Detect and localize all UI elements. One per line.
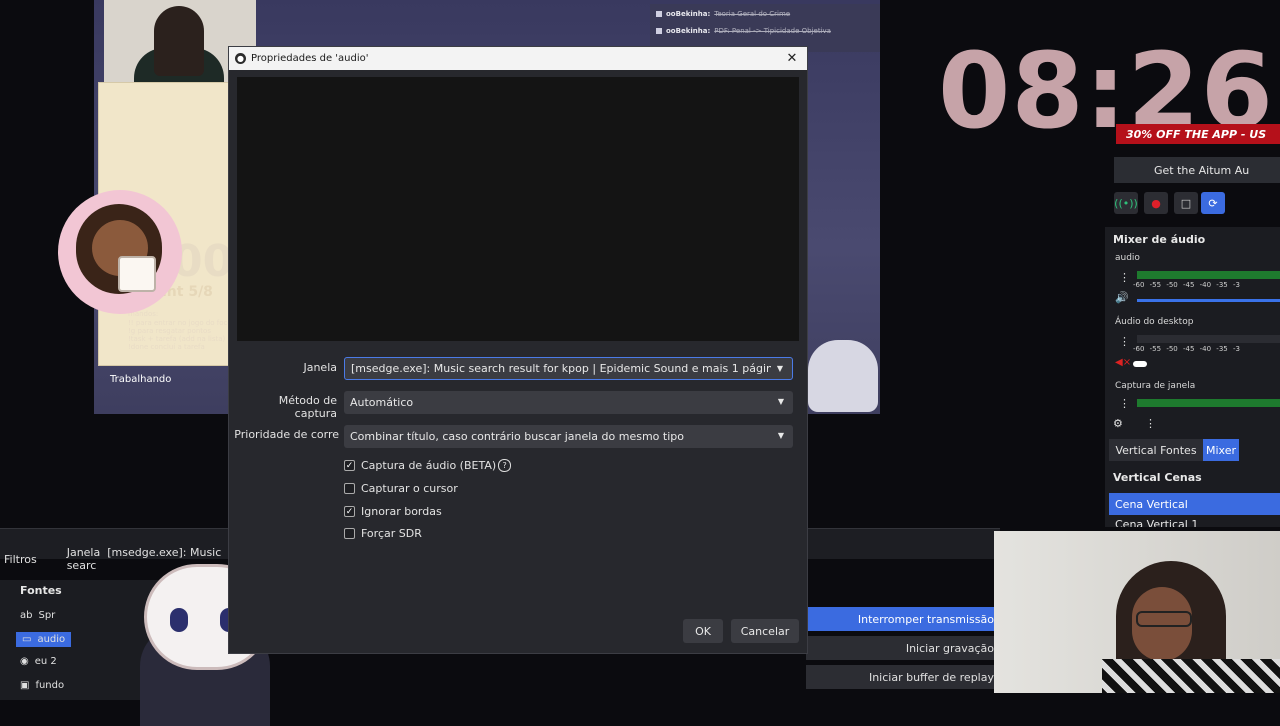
record-icon[interactable]: ● (1144, 192, 1168, 214)
command-line: !! para entrar no jogo do foco (128, 319, 232, 327)
text-icon: ab (20, 610, 33, 621)
chevron-down-icon: ▼ (773, 425, 789, 446)
source-preview (237, 77, 799, 341)
ok-button[interactable]: OK (683, 619, 723, 643)
scene-item[interactable]: Cena Vertical 1 (1109, 517, 1280, 527)
checkbox-unchecked[interactable] (344, 528, 355, 539)
mixer-channel-name: Captura de janela (1115, 381, 1196, 391)
more-icon[interactable]: ⋮ (1119, 335, 1130, 348)
broadcast-icon[interactable]: ((•)) (1114, 192, 1138, 214)
audio-capture-checkbox[interactable]: ✓ Captura de áudio (BETA) ? (344, 459, 512, 472)
avatar-illustration (58, 190, 182, 314)
dialog-titlebar: ● Propriedades de 'audio' ✕ (229, 47, 807, 70)
source-item[interactable]: ▣ fundo (20, 680, 64, 691)
chat-message: ooBekinha: PDF: Penal -> Tipicidade Obje… (650, 24, 880, 38)
chat-message: ooBekinha: Teoria Geral do Crime (650, 7, 880, 21)
ignore-borders-checkbox[interactable]: ✓ Ignorar bordas (344, 505, 442, 518)
volume-meter (1137, 335, 1280, 343)
image-icon: ▣ (20, 680, 30, 691)
window-field-label: Janela (303, 361, 337, 374)
mixer-channel-name: audio (1115, 253, 1140, 263)
command-line: !task + tarefa (add na lista) (128, 335, 226, 343)
meter-scale: -60 -55 -50 -45 -40 -35 -3 (1133, 281, 1240, 289)
status-label: Trabalhando (110, 374, 172, 385)
source-item[interactable]: ab Spr (20, 610, 55, 621)
mixer-channel-name: Áudio do desktop (1115, 317, 1194, 327)
promo-banner[interactable]: 30% OFF THE APP - US (1116, 124, 1280, 144)
webcam-bottom (994, 531, 1280, 693)
chevron-down-icon: ▼ (772, 358, 788, 379)
command-line: !g para resgatar pontos (128, 327, 211, 335)
mixer-title: Mixer de áudio (1113, 233, 1206, 246)
start-recording-button[interactable]: Iniciar gravação (806, 636, 994, 660)
source-item[interactable]: ▭ audio (16, 632, 72, 647)
filters-button[interactable]: Filtros (4, 553, 37, 566)
capture-cursor-checkbox[interactable]: Capturar o cursor (344, 482, 458, 495)
volume-slider[interactable] (1133, 361, 1147, 367)
obs-icon: ● (235, 53, 246, 64)
stop-icon[interactable]: □ (1174, 192, 1198, 214)
checkbox-icon (656, 28, 662, 34)
checkbox-icon (656, 11, 662, 17)
capture-method-label: Método de captura (278, 394, 337, 420)
stop-stream-button[interactable]: Interromper transmissão (806, 607, 994, 631)
gear-icon[interactable]: ⚙ (1113, 417, 1123, 430)
scene-item[interactable]: Cena Vertical (1109, 493, 1280, 515)
priority-select[interactable]: Combinar título, caso contrário buscar j… (344, 425, 793, 448)
sources-title: Fontes (20, 584, 62, 597)
source-item[interactable]: ◉ eu 2 (20, 656, 57, 667)
tab-mixer[interactable]: Mixer (1203, 439, 1239, 461)
command-line: !done concluí a tarefa (128, 343, 205, 351)
cat-sticker-small (808, 340, 878, 412)
more-icon[interactable]: ⋮ (1119, 397, 1130, 410)
replay-icon[interactable]: ⟳ (1201, 192, 1225, 214)
close-button[interactable]: ✕ (783, 49, 801, 67)
scenes-title: Vertical Cenas (1113, 471, 1202, 484)
speaker-icon[interactable]: 🔊 (1115, 291, 1129, 304)
properties-dialog: ● Propriedades de 'audio' ✕ Janela [msed… (228, 46, 808, 654)
more-icon[interactable]: ⋮ (1145, 417, 1156, 430)
aitum-button[interactable]: Get the Aitum Au (1114, 157, 1280, 183)
checkbox-unchecked[interactable] (344, 483, 355, 494)
checkbox-checked[interactable]: ✓ (344, 506, 355, 517)
cancel-button[interactable]: Cancelar (731, 619, 799, 643)
force-sdr-checkbox[interactable]: Forçar SDR (344, 527, 422, 540)
more-icon[interactable]: ⋮ (1119, 271, 1130, 284)
start-replay-buffer-button[interactable]: Iniciar buffer de replay (806, 665, 994, 689)
volume-meter (1137, 271, 1280, 279)
volume-slider[interactable] (1137, 299, 1280, 302)
muted-speaker-icon[interactable]: ◀× (1115, 357, 1131, 368)
window-icon: ▭ (22, 634, 32, 645)
mixer-panel: Mixer de áudio audio ⋮ -60 -55 -50 -45 -… (1105, 227, 1280, 527)
camera-icon: ◉ (20, 656, 29, 667)
priority-label: Prioridade de corre (234, 428, 339, 441)
meter-scale: -60 -55 -50 -45 -40 -35 -3 (1133, 345, 1240, 353)
chat-overlay: ooBekinha: Teoria Geral do Crime ooBekin… (650, 4, 880, 52)
volume-meter (1137, 399, 1280, 407)
help-icon[interactable]: ? (498, 459, 512, 472)
capture-method-select[interactable]: Automático ▼ (344, 391, 793, 414)
dialog-title: Propriedades de 'audio' (251, 53, 369, 64)
window-select[interactable]: [msedge.exe]: Music search result for kp… (344, 357, 793, 380)
chevron-down-icon: ▼ (773, 391, 789, 412)
checkbox-checked[interactable]: ✓ (344, 460, 355, 471)
tab-vertical-fontes[interactable]: Vertical Fontes (1109, 439, 1203, 461)
